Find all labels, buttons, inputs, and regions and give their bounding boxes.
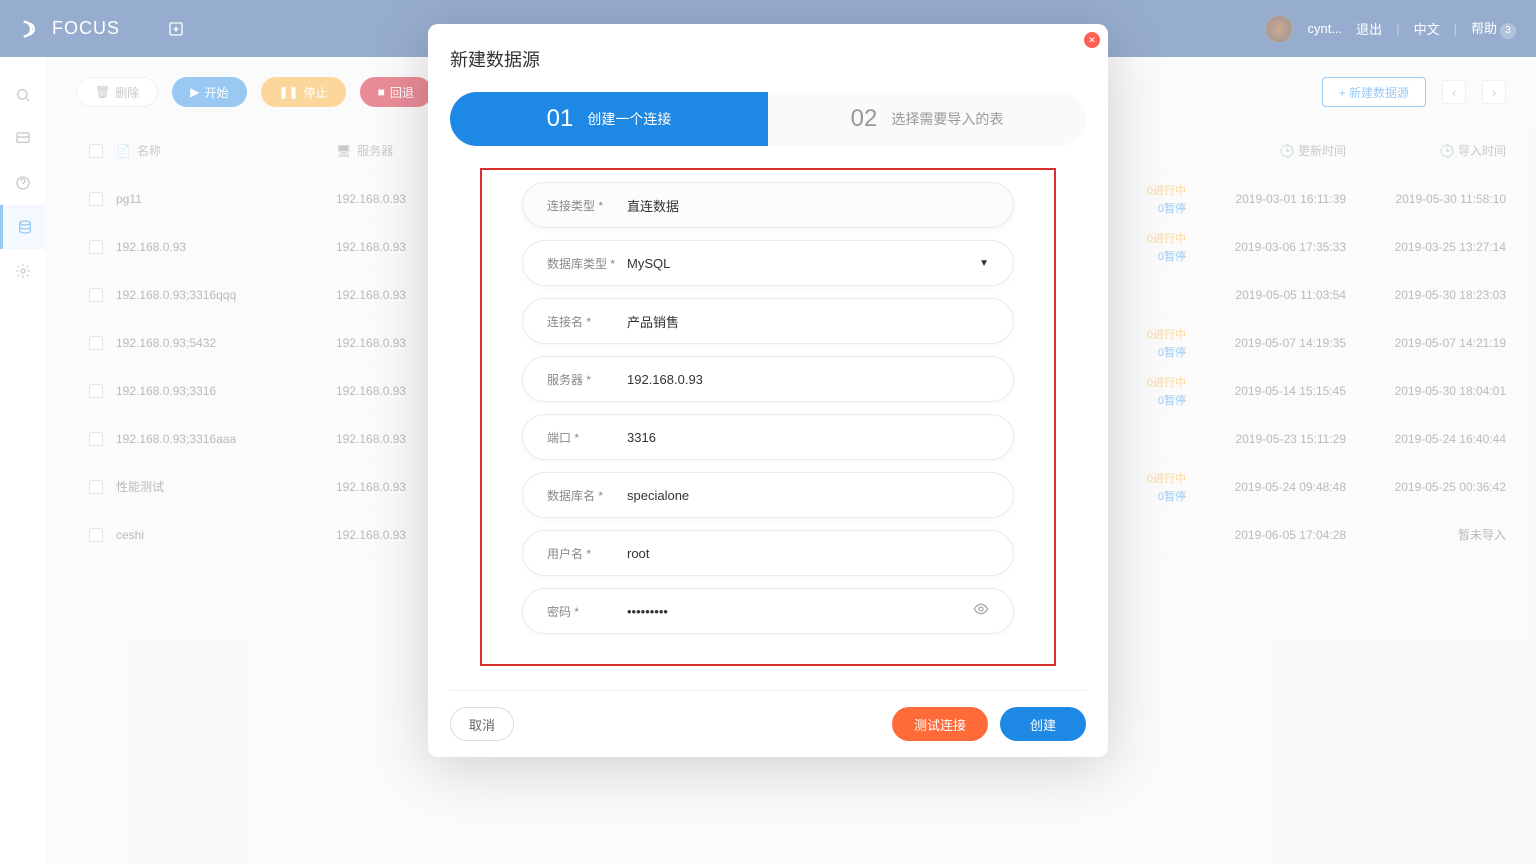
- dbname-input[interactable]: [627, 488, 989, 503]
- connection-name-field[interactable]: 连接名 *: [522, 298, 1014, 344]
- username-input[interactable]: [627, 546, 989, 561]
- connection-type-value: 直连数据: [627, 196, 989, 215]
- cancel-button[interactable]: 取消: [450, 707, 514, 741]
- password-input[interactable]: [627, 604, 973, 619]
- username-field[interactable]: 用户名 *: [522, 530, 1014, 576]
- port-field[interactable]: 端口 *: [522, 414, 1014, 460]
- eye-icon[interactable]: [973, 601, 989, 622]
- step-1[interactable]: 01 创建一个连接: [450, 92, 768, 146]
- new-datasource-modal: ✕ 新建数据源 01 创建一个连接 02 选择需要导入的表 连接类型 * 直连数…: [428, 24, 1108, 757]
- form-highlight-box: 连接类型 * 直连数据 数据库类型 * MySQL ▼ 连接名 * 服务器 * …: [480, 168, 1056, 666]
- dbname-field[interactable]: 数据库名 *: [522, 472, 1014, 518]
- db-type-field[interactable]: 数据库类型 * MySQL ▼: [522, 240, 1014, 286]
- password-field[interactable]: 密码 *: [522, 588, 1014, 634]
- server-field[interactable]: 服务器 *: [522, 356, 1014, 402]
- modal-title: 新建数据源: [450, 46, 1086, 72]
- modal-steps: 01 创建一个连接 02 选择需要导入的表: [450, 92, 1086, 146]
- modal-footer: 取消 测试连接 创建: [450, 690, 1086, 757]
- server-input[interactable]: [627, 372, 989, 387]
- test-connection-button[interactable]: 测试连接: [892, 707, 988, 741]
- step-2[interactable]: 02 选择需要导入的表: [768, 92, 1086, 146]
- db-type-value: MySQL: [627, 256, 989, 271]
- connection-type-field[interactable]: 连接类型 * 直连数据: [522, 182, 1014, 228]
- modal-overlay: ✕ 新建数据源 01 创建一个连接 02 选择需要导入的表 连接类型 * 直连数…: [0, 0, 1536, 864]
- create-button[interactable]: 创建: [1000, 707, 1086, 741]
- port-input[interactable]: [627, 430, 989, 445]
- modal-close-button[interactable]: ✕: [1084, 32, 1100, 48]
- connection-name-input[interactable]: [627, 314, 989, 329]
